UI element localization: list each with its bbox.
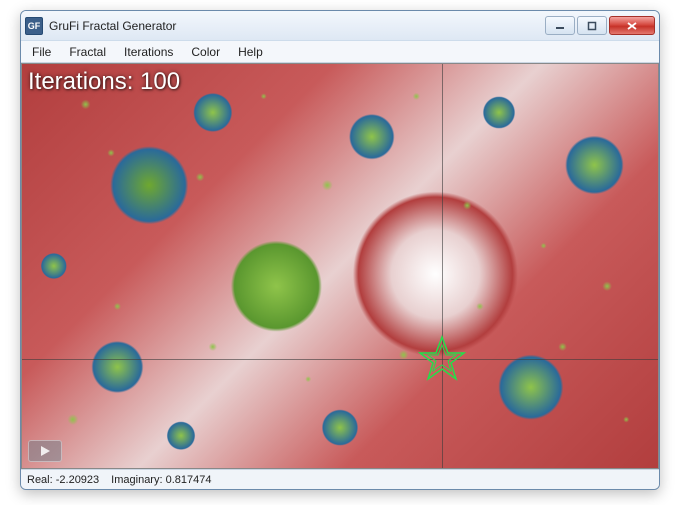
fractal-canvas[interactable]: Iterations: 100 (21, 63, 659, 469)
crosshair-vertical (442, 64, 443, 468)
menu-file[interactable]: File (23, 41, 60, 62)
close-button[interactable] (609, 16, 655, 35)
menu-iterations[interactable]: Iterations (115, 41, 182, 62)
close-icon (626, 21, 638, 31)
play-icon (39, 445, 51, 457)
minimize-icon (555, 21, 565, 31)
iterations-overlay: Iterations: 100 (28, 68, 180, 96)
status-imaginary: Imaginary: 0.817474 (111, 474, 211, 486)
window-title: GruFi Fractal Generator (49, 19, 545, 33)
fractal-detail-layer (22, 64, 658, 468)
app-icon: GF (25, 17, 43, 35)
menubar: File Fractal Iterations Color Help (21, 41, 659, 63)
statusbar: Real: -2.20923 Imaginary: 0.817474 (21, 469, 659, 489)
crosshair-horizontal (22, 359, 658, 360)
menu-color[interactable]: Color (182, 41, 229, 62)
menu-help[interactable]: Help (229, 41, 272, 62)
maximize-button[interactable] (577, 16, 607, 35)
menu-fractal[interactable]: Fractal (60, 41, 115, 62)
maximize-icon (587, 21, 597, 31)
titlebar[interactable]: GF GruFi Fractal Generator (21, 11, 659, 41)
play-button[interactable] (28, 440, 62, 462)
app-window: GF GruFi Fractal Generator File Fractal … (20, 10, 660, 490)
status-real: Real: -2.20923 (27, 474, 99, 486)
window-controls (545, 16, 655, 35)
minimize-button[interactable] (545, 16, 575, 35)
